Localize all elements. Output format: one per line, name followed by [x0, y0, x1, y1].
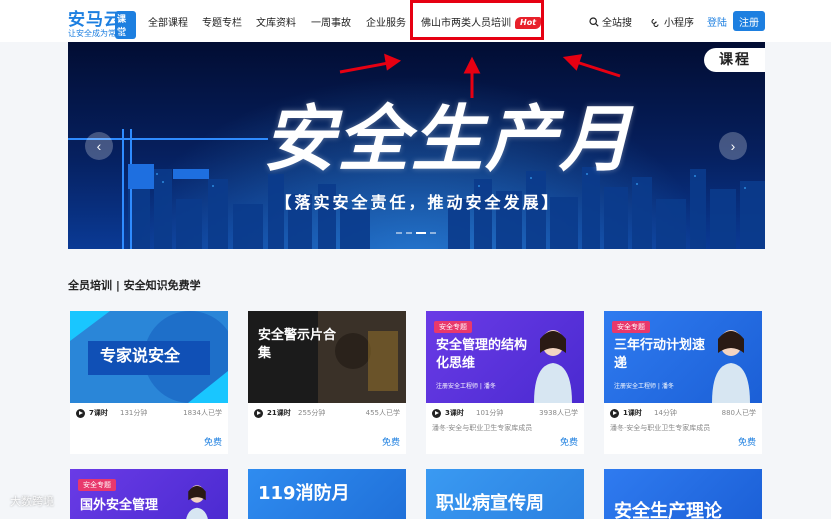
- carousel-dot[interactable]: [430, 232, 436, 234]
- course-price[interactable]: 免费: [204, 435, 222, 448]
- play-icon: [432, 409, 441, 418]
- watermark-logo: 大数跨境: [10, 495, 54, 508]
- course-card[interactable]: 安全警示片合集 21课时 255分钟 455人已学 免费: [248, 311, 406, 454]
- top-nav: 安马云 课堂 让安全成为常识 全部课程 专题专栏 文库资料 一周事故 企业服务 …: [0, 0, 831, 42]
- course-card[interactable]: 安全专题 三年行动计划速递 注册安全工程师 | 潘冬 1课时 14分钟 880人…: [604, 311, 762, 454]
- course-lessons: 1课时: [623, 409, 642, 417]
- course-thumb-title: 专家说安全: [100, 346, 181, 365]
- section-title: 全员培训 | 安全知识免费学: [68, 279, 201, 292]
- brand-name: 安马云: [68, 10, 122, 30]
- course-learners: 1834人已学: [183, 409, 222, 417]
- course-meta: 3课时 101分钟 3938人已学 潘冬·安全与职业卫生专家库成员: [426, 407, 584, 432]
- course-card[interactable]: 119消防月: [248, 469, 406, 519]
- course-lessons: 7课时: [89, 409, 108, 417]
- course-thumb-title: 安全警示片合集: [258, 328, 337, 361]
- chevron-left-icon: ‹: [96, 138, 102, 154]
- carousel-next-button[interactable]: ›: [719, 132, 747, 160]
- course-learners: 455人已学: [365, 409, 400, 417]
- course-card[interactable]: 安全专题 国外安全管理: [70, 469, 228, 519]
- course-card[interactable]: 专家说安全 7课时 131分钟 1834人已学 免费: [70, 311, 228, 454]
- course-thumb-title: 职业病宣传周: [436, 493, 544, 514]
- course-tag: 安全专题: [612, 321, 650, 333]
- course-provider: 潘冬·安全与职业卫生专家库成员: [432, 424, 533, 432]
- register-button[interactable]: 注册: [733, 11, 765, 31]
- play-icon: [254, 409, 263, 418]
- site-search-button[interactable]: 全站搜: [589, 14, 632, 29]
- course-card[interactable]: 安全专题 安全管理的结构化思维 注册安全工程师 | 潘冬 3课时 101分钟 3…: [426, 311, 584, 454]
- course-lessons: 21课时: [267, 409, 291, 417]
- course-thumbnail[interactable]: 安全专题 三年行动计划速递 注册安全工程师 | 潘冬: [604, 311, 762, 403]
- course-learners: 880人已学: [721, 409, 756, 417]
- course-minutes: 255分钟: [298, 409, 326, 417]
- login-link[interactable]: 登陆: [707, 14, 727, 29]
- course-thumb-title: 119消防月: [258, 483, 350, 504]
- course-thumbnail[interactable]: 专家说安全: [70, 311, 228, 403]
- banner-title: 安全生产月: [262, 96, 633, 181]
- brand-logo[interactable]: 安马云 课堂 让安全成为常识: [68, 5, 136, 39]
- course-thumbnail[interactable]: 安全警示片合集: [248, 311, 406, 403]
- course-price[interactable]: 免费: [560, 435, 578, 448]
- course-tag: 安全专题: [434, 321, 472, 333]
- course-tag: 安全专题: [78, 479, 116, 491]
- mini-program-icon: [651, 18, 659, 27]
- course-lessons: 3课时: [445, 409, 464, 417]
- course-presenter-line: 注册安全工程师 | 潘冬: [436, 383, 496, 390]
- carousel-dot-active[interactable]: [416, 232, 426, 234]
- course-learners: 3938人已学: [539, 409, 578, 417]
- nav-enterprise-services[interactable]: 企业服务: [366, 14, 406, 29]
- mini-program-button[interactable]: 小程序: [651, 14, 694, 29]
- course-meta: 7课时 131分钟 1834人已学: [70, 407, 228, 421]
- course-card[interactable]: 职业病宣传周: [426, 469, 584, 519]
- courses-side-tab[interactable]: 课程: [704, 48, 765, 72]
- course-price[interactable]: 免费: [738, 435, 756, 448]
- course-thumbnail[interactable]: 安全生产理论: [604, 469, 762, 519]
- presenter-portrait: [712, 330, 750, 403]
- course-card[interactable]: 安全生产理论: [604, 469, 762, 519]
- nav-library[interactable]: 文库资料: [256, 14, 296, 29]
- course-minutes: 14分钟: [654, 409, 677, 417]
- course-thumb-title: 安全管理的结构化思维: [436, 338, 528, 371]
- mini-program-label: 小程序: [664, 18, 694, 29]
- play-icon: [610, 409, 619, 418]
- nav-all-courses[interactable]: 全部课程: [148, 14, 188, 29]
- course-thumbnail[interactable]: 职业病宣传周: [426, 469, 584, 519]
- play-icon: [76, 409, 85, 418]
- nav-special-topics[interactable]: 专题专栏: [202, 14, 242, 29]
- course-meta: 21课时 255分钟 455人已学: [248, 407, 406, 421]
- course-presenter-line: 注册安全工程师 | 潘冬: [614, 383, 674, 390]
- course-minutes: 131分钟: [120, 409, 148, 417]
- nav-weekly-accidents[interactable]: 一周事故: [311, 14, 351, 29]
- course-minutes: 101分钟: [476, 409, 504, 417]
- carousel-dot[interactable]: [396, 232, 402, 234]
- course-meta: 1课时 14分钟 880人已学 潘冬·安全与职业卫生专家库成员: [604, 407, 762, 432]
- course-thumbnail[interactable]: 安全专题 安全管理的结构化思维 注册安全工程师 | 潘冬: [426, 311, 584, 403]
- annotation-highlight-box: [410, 0, 544, 40]
- presenter-portrait: [534, 330, 572, 403]
- chevron-right-icon: ›: [730, 138, 736, 154]
- course-price[interactable]: 免费: [382, 435, 400, 448]
- hero-banner[interactable]: 安全生产月 【落实安全责任，推动安全发展】 课程 ‹ ›: [68, 42, 765, 249]
- course-thumb-title: 安全生产理论: [614, 501, 722, 519]
- brand-slogan: 让安全成为常识: [68, 29, 124, 38]
- presenter-portrait: [186, 485, 208, 519]
- course-provider: 潘冬·安全与职业卫生专家库成员: [610, 424, 711, 432]
- carousel-dot[interactable]: [406, 232, 412, 234]
- carousel-dots: [396, 232, 436, 234]
- course-thumbnail[interactable]: 119消防月: [248, 469, 406, 519]
- course-thumbnail[interactable]: 安全专题 国外安全管理: [70, 469, 228, 519]
- banner-subtitle: 【落实安全责任，推动安全发展】: [275, 193, 561, 212]
- search-icon: [589, 16, 599, 27]
- course-thumb-title: 三年行动计划速递: [614, 338, 706, 371]
- site-search-label: 全站搜: [602, 18, 632, 29]
- carousel-prev-button[interactable]: ‹: [85, 132, 113, 160]
